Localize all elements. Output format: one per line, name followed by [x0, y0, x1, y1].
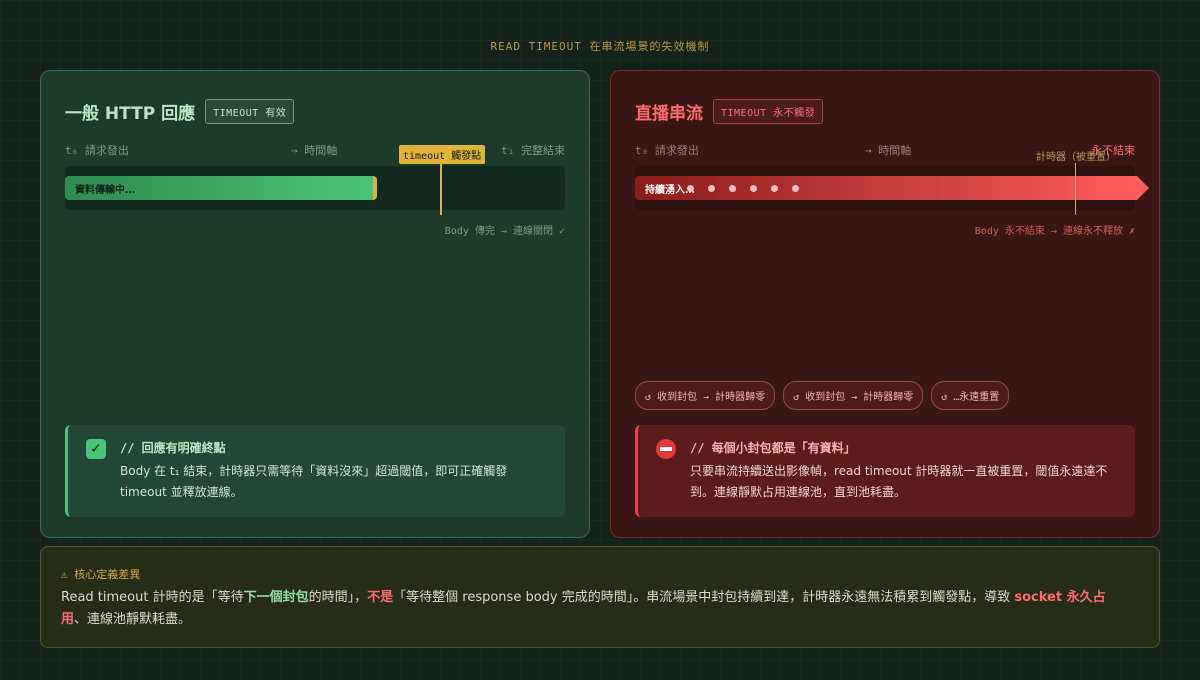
stream-bar: 持續湧入… [635, 176, 1149, 200]
summary-label: ⚠ 核心定義差異 [61, 568, 141, 581]
packet-dot [687, 185, 694, 192]
summary-part: 的時間」， [308, 590, 368, 605]
no-entry-icon [656, 439, 676, 459]
summary-part: 「等待整個 response body 完成的時間」。串流場景中封包持續到達，計… [393, 590, 1015, 605]
reset-pill: ↺ 收到封包 → 計時器歸零 [635, 381, 776, 410]
normal-http-panel: 一般 HTTP 回應 TIMEOUT 有效 t₀ 請求發出 → 時間軸 t₁ 完… [40, 70, 590, 538]
timeout-trigger-line [440, 163, 442, 215]
time-axis-label: → 時間軸 [865, 144, 912, 157]
summary-highlight: 不是 [367, 590, 394, 605]
summary-part: 、連線池靜默耗盡。 [74, 612, 192, 627]
callout-title: // 每個小封包都是「有資料」 [690, 441, 856, 455]
timeout-valid-tag: TIMEOUT 有效 [205, 99, 295, 124]
reset-pill: ↺ 收到封包 → 計時器歸零 [783, 381, 924, 410]
panel-header: 直播串流 TIMEOUT 永不觸發 [635, 99, 824, 124]
callout-body: 只要串流持續送出影像幀，read timeout 計時器就一直被重置，閾值永遠達… [690, 464, 1108, 499]
t0-label: t₀ 請求發出 [635, 144, 699, 157]
t1-label: t₁ 完整結束 [501, 144, 565, 157]
callout-body: Body 在 t₁ 結束，計時器只需等待「資料沒來」超過閾值，即可正確觸發 ti… [120, 464, 508, 499]
panel-heading: 一般 HTTP 回應 [65, 104, 196, 124]
reset-events: ↺ 收到封包 → 計時器歸零 ↺ 收到封包 → 計時器歸零 ↺ …永遠重置 [635, 381, 1010, 410]
callout-box: ✓ // 回應有明確終點 Body 在 t₁ 結束，計時器只需等待「資料沒來」超… [65, 425, 565, 517]
check-icon: ✓ [86, 439, 106, 459]
connection-closed-note: Body 傳完 → 連線關閉 ✓ [444, 226, 565, 237]
bar-label: 資料傳輸中… [75, 185, 135, 196]
summary-text: Read timeout 計時的是「等待下一個封包的時間」，不是「等待整個 re… [61, 587, 1131, 631]
live-stream-panel: 直播串流 TIMEOUT 永不觸發 t₀ 請求發出 → 時間軸 永不結束 計時器… [610, 70, 1160, 538]
arrow-tip-icon [1137, 176, 1149, 200]
callout-box: // 每個小封包都是「有資料」 只要串流持續送出影像幀，read timeout… [635, 425, 1135, 517]
callout-title: // 回應有明確終點 [120, 441, 226, 455]
reset-pill: ↺ …永遠重置 [931, 381, 1010, 410]
packet-dot [792, 185, 799, 192]
panel-heading: 直播串流 [635, 104, 703, 124]
timeout-trigger-badge: timeout 觸發點 [399, 145, 486, 164]
packet-dot [729, 185, 736, 192]
packet-dot [708, 185, 715, 192]
timeout-never-tag: TIMEOUT 永不觸發 [713, 99, 824, 124]
time-axis-label: → 時間軸 [291, 144, 338, 157]
timer-reset-label: 計時器（被重置） [1036, 152, 1116, 163]
packet-dot [771, 185, 778, 192]
packet-dot [750, 185, 757, 192]
t0-label: t₀ 請求發出 [65, 144, 129, 157]
page-title: READ TIMEOUT 在串流場景的失效機制 [490, 40, 710, 53]
panel-header: 一般 HTTP 回應 TIMEOUT 有效 [65, 99, 295, 124]
summary-highlight: 下一個封包 [243, 590, 309, 605]
summary-part: Read timeout 計時的是「等待 [61, 590, 244, 605]
connection-held-note: Body 永不結束 → 連線永不釋放 ✗ [974, 226, 1135, 237]
data-transfer-bar: 資料傳輸中… [65, 176, 377, 200]
timer-line [1075, 163, 1076, 215]
summary-box: ⚠ 核心定義差異 Read timeout 計時的是「等待下一個封包的時間」，不… [40, 546, 1160, 648]
